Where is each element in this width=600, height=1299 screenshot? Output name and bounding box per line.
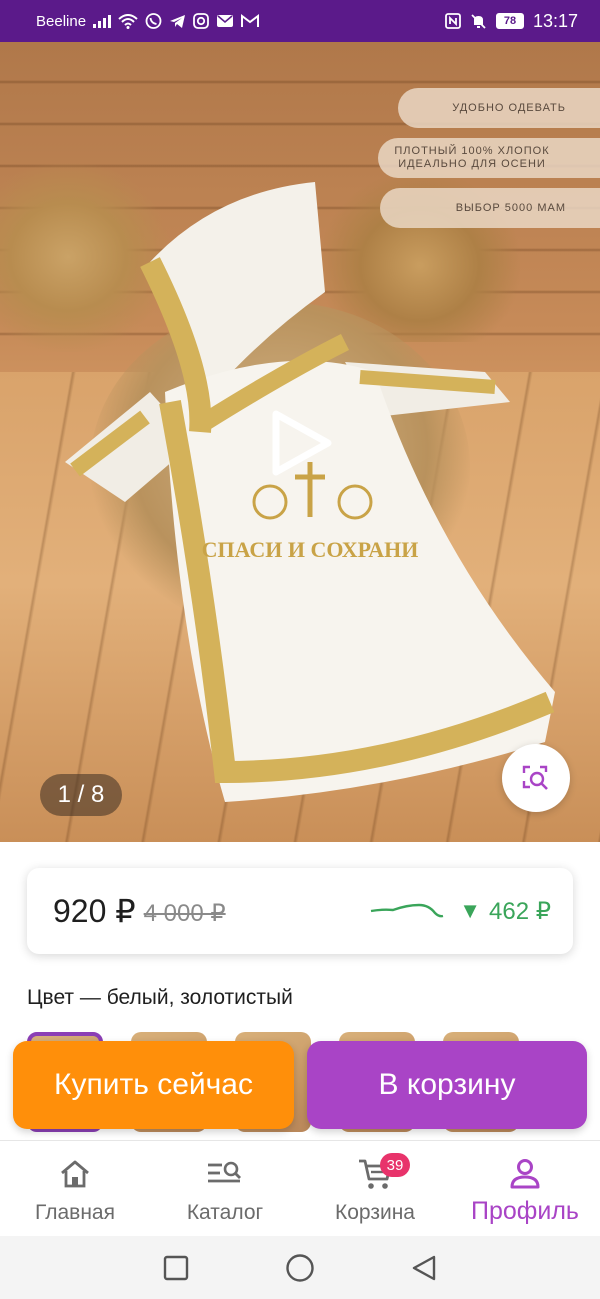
gmail-icon bbox=[241, 14, 260, 28]
signal-icon bbox=[93, 14, 112, 28]
feature-badge-choice: ВЫБОР 5000 МАМ bbox=[380, 188, 600, 228]
price-card: 920 ₽ 4 000 ₽ ▼ 462 ₽ bbox=[27, 868, 573, 954]
nfc-icon bbox=[445, 13, 461, 29]
price-drop: ▼ 462 ₽ bbox=[459, 897, 551, 926]
back-button[interactable] bbox=[409, 1253, 439, 1283]
circle-icon bbox=[286, 1253, 314, 1282]
price-drop-amount: 462 ₽ bbox=[489, 897, 551, 925]
status-bar: Beeline 78 13:17 bbox=[0, 0, 600, 42]
bottom-navigation: Главная Каталог 39 Корзина Профиль bbox=[0, 1140, 600, 1236]
nav-cart-label: Корзина bbox=[335, 1201, 415, 1224]
nav-catalog-label: Каталог bbox=[186, 1201, 264, 1224]
nav-home-label: Главная bbox=[35, 1201, 115, 1224]
mute-icon bbox=[470, 13, 487, 30]
nav-catalog[interactable]: Каталог bbox=[150, 1141, 300, 1236]
recent-apps-button[interactable] bbox=[161, 1253, 191, 1283]
play-icon bbox=[272, 410, 332, 476]
arrow-down-icon: ▼ bbox=[459, 898, 482, 923]
buy-now-button[interactable]: Купить сейчас bbox=[13, 1041, 294, 1129]
play-video-button[interactable] bbox=[262, 404, 340, 482]
product-image: СПАСИ И СОХРАНИ bbox=[65, 182, 555, 802]
color-label: Цвет — белый, золотистый bbox=[27, 986, 293, 1009]
catalog-search-icon bbox=[206, 1155, 244, 1193]
profile-icon bbox=[508, 1155, 542, 1193]
viber-icon bbox=[145, 12, 162, 30]
feature-badge-cotton: ПЛОТНЫЙ 100% ХЛОПОК ИДЕАЛЬНО ДЛЯ ОСЕНИ bbox=[378, 138, 600, 178]
mail-icon bbox=[216, 14, 234, 28]
triangle-back-icon bbox=[412, 1255, 436, 1280]
home-button[interactable] bbox=[285, 1253, 315, 1283]
embroidery-text: СПАСИ И СОХРАНИ bbox=[202, 537, 419, 562]
nav-profile-label: Профиль bbox=[471, 1197, 579, 1225]
telegram-icon bbox=[169, 14, 186, 29]
nav-profile[interactable]: Профиль bbox=[450, 1141, 600, 1236]
clock: 13:17 bbox=[532, 10, 578, 31]
nav-home[interactable]: Главная bbox=[0, 1141, 150, 1236]
current-price: 920 ₽ bbox=[53, 893, 136, 929]
wifi-icon bbox=[118, 13, 138, 29]
carrier-name: Beeline bbox=[36, 12, 87, 30]
visual-search-button[interactable] bbox=[502, 744, 570, 812]
price-trend-sparkline bbox=[371, 903, 444, 918]
square-icon bbox=[163, 1255, 189, 1280]
price-history[interactable]: ▼ 462 ₽ bbox=[369, 897, 551, 926]
battery-indicator: 78 bbox=[495, 13, 524, 29]
system-navigation-bar bbox=[0, 1236, 600, 1299]
product-gallery[interactable]: СПАСИ И СОХРАНИ УДОБНО ОДЕВАТЬ ПЛОТНЫЙ 1… bbox=[0, 42, 600, 842]
nav-cart[interactable]: 39 Корзина bbox=[300, 1141, 450, 1236]
cart-count-badge: 39 bbox=[380, 1153, 410, 1177]
old-price: 4 000 ₽ bbox=[143, 899, 226, 927]
home-icon bbox=[58, 1155, 92, 1193]
feature-badge-comfort: УДОБНО ОДЕВАТЬ bbox=[398, 88, 600, 128]
image-counter: 1 / 8 bbox=[40, 774, 122, 816]
instagram-icon bbox=[193, 13, 209, 29]
add-to-cart-button[interactable]: В корзину bbox=[307, 1041, 587, 1129]
image-search-icon bbox=[522, 765, 548, 790]
